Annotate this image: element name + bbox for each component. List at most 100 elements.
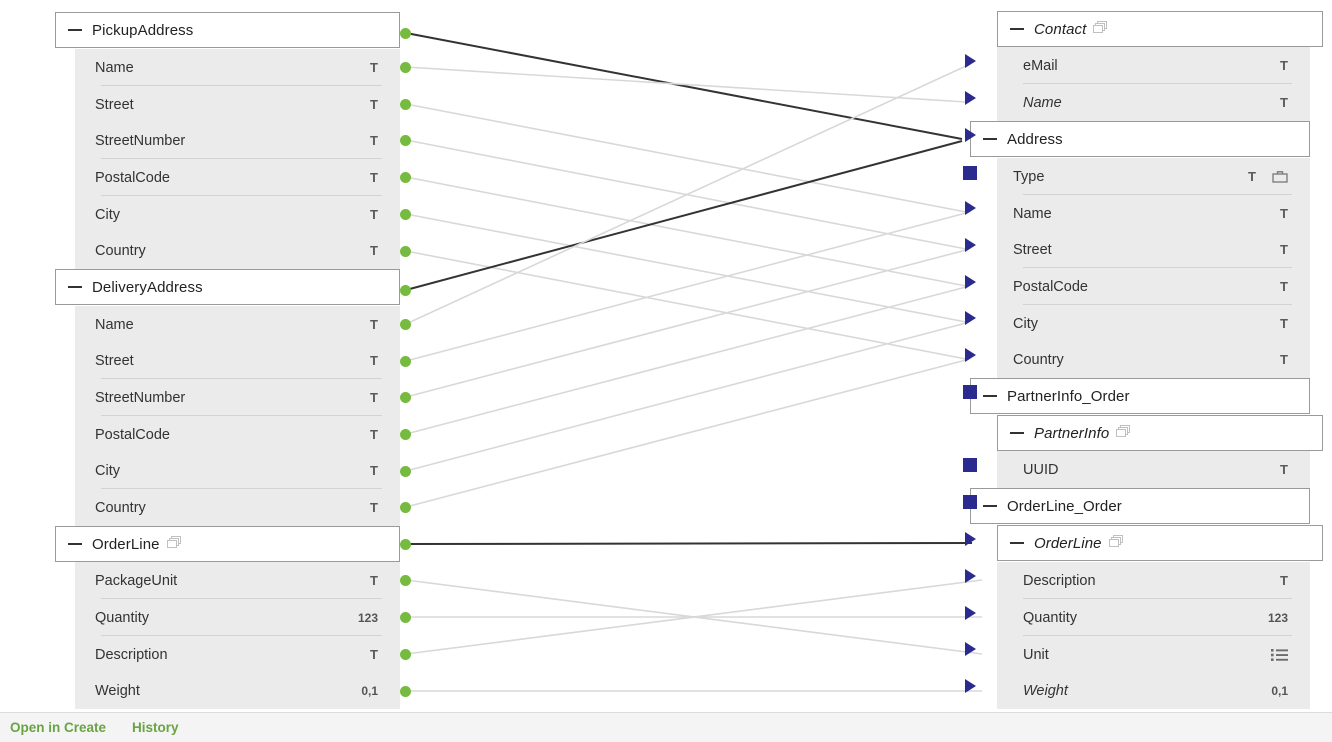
collapse-toggle-icon[interactable] (1010, 542, 1024, 544)
field-row[interactable]: City T (75, 452, 400, 489)
field-type-indicator: 123 (357, 610, 378, 625)
mapped-field-marker[interactable] (965, 91, 976, 105)
field-row[interactable]: Name T (997, 195, 1310, 232)
source-connection-dot[interactable] (400, 99, 411, 110)
source-connection-dot[interactable] (400, 392, 411, 403)
mapped-field-marker[interactable] (965, 275, 976, 289)
field-row[interactable]: Description T (997, 562, 1310, 599)
mapped-field-marker[interactable] (965, 201, 976, 215)
field-row[interactable]: PackageUnit T (75, 562, 400, 599)
unmapped-field-marker[interactable] (963, 166, 977, 180)
field-row[interactable]: StreetNumber T (75, 379, 400, 416)
source-connection-dot[interactable] (400, 135, 411, 146)
mapping-line[interactable] (405, 212, 967, 362)
field-row[interactable]: StreetNumber T (75, 122, 400, 159)
mapping-line[interactable] (405, 322, 967, 472)
field-row[interactable]: eMail T (997, 47, 1310, 84)
source-connection-dot[interactable] (400, 209, 411, 220)
mapping-line[interactable] (405, 66, 967, 103)
field-row[interactable]: Unit (997, 636, 1310, 673)
mapped-field-marker[interactable] (965, 569, 976, 583)
open-in-create-link[interactable]: Open in Create (10, 720, 106, 735)
mapping-line-selected[interactable] (405, 542, 973, 545)
field-row[interactable]: Street T (75, 86, 400, 123)
mapped-field-marker[interactable] (965, 311, 976, 325)
field-row[interactable]: Weight 0,1 (997, 672, 1310, 709)
source-connection-dot[interactable] (400, 62, 411, 73)
entity-header-orderline[interactable]: OrderLine (997, 525, 1323, 561)
mapped-field-marker[interactable] (965, 679, 976, 693)
collapse-toggle-icon[interactable] (983, 505, 997, 507)
collapse-toggle-icon[interactable] (983, 395, 997, 397)
mapped-field-marker[interactable] (965, 606, 976, 620)
collapse-toggle-icon[interactable] (983, 138, 997, 140)
mapped-field-marker[interactable] (965, 238, 976, 252)
field-row[interactable]: Quantity 123 (75, 599, 400, 636)
source-connection-dot[interactable] (400, 575, 411, 586)
field-row[interactable]: PostalCode T (75, 159, 400, 196)
field-row[interactable]: Name T (997, 84, 1310, 121)
source-connection-dot[interactable] (400, 429, 411, 440)
source-connection-dot[interactable] (400, 285, 411, 296)
field-name: Street (95, 96, 134, 113)
entity-header-deliveryaddress[interactable]: DeliveryAddress (55, 269, 400, 305)
mapping-line[interactable] (405, 286, 967, 435)
collapse-toggle-icon[interactable] (1010, 28, 1024, 30)
unmapped-field-marker[interactable] (963, 385, 977, 399)
source-connection-dot[interactable] (400, 686, 411, 697)
source-connection-dot[interactable] (400, 612, 411, 623)
field-row[interactable]: City T (75, 196, 400, 233)
collapse-toggle-icon[interactable] (1010, 432, 1024, 434)
collapse-toggle-icon[interactable] (68, 543, 82, 545)
source-connection-dot[interactable] (400, 319, 411, 330)
entity-header-orderline[interactable]: OrderLine (55, 526, 400, 562)
entity-header-contact[interactable]: Contact (997, 11, 1323, 47)
entity-header-pickupaddress[interactable]: PickupAddress (55, 12, 400, 48)
unmapped-field-marker[interactable] (963, 495, 977, 509)
field-row[interactable]: Name T (75, 306, 400, 343)
entity-header-partnerinfo-order[interactable]: PartnerInfo_Order (970, 378, 1310, 414)
field-name: Unit (1023, 646, 1049, 663)
mapping-line-selected[interactable] (405, 32, 963, 140)
entity-header-address[interactable]: Address (970, 121, 1310, 157)
entity-header-partnerinfo[interactable]: PartnerInfo (997, 415, 1323, 451)
source-connection-dot[interactable] (400, 246, 411, 257)
mapped-field-marker[interactable] (965, 348, 976, 362)
field-row[interactable]: Description T (75, 636, 400, 673)
field-row[interactable]: Name T (75, 49, 400, 86)
mapped-field-marker[interactable] (965, 54, 976, 68)
mapped-field-marker[interactable] (965, 128, 976, 142)
field-row[interactable]: Type T (997, 158, 1310, 195)
field-row[interactable]: Street T (75, 342, 400, 379)
mapped-field-marker[interactable] (965, 532, 976, 546)
field-row[interactable]: Weight 0,1 (75, 672, 400, 709)
source-connection-dot[interactable] (400, 28, 411, 39)
source-connection-dot[interactable] (400, 539, 411, 550)
field-row[interactable]: Quantity 123 (997, 599, 1310, 636)
field-name: PostalCode (1013, 278, 1088, 295)
field-name: Description (95, 646, 168, 663)
mapping-line[interactable] (405, 359, 967, 508)
field-row[interactable]: Country T (75, 489, 400, 526)
mapping-line[interactable] (405, 176, 967, 287)
field-row[interactable]: Country T (75, 232, 400, 269)
field-row[interactable]: PostalCode T (997, 268, 1310, 305)
unmapped-field-marker[interactable] (963, 458, 977, 472)
field-row[interactable]: PostalCode T (75, 416, 400, 453)
source-connection-dot[interactable] (400, 466, 411, 477)
mapped-field-marker[interactable] (965, 642, 976, 656)
entity-header-orderline-order[interactable]: OrderLine_Order (970, 488, 1310, 524)
source-connection-dot[interactable] (400, 502, 411, 513)
history-link[interactable]: History (132, 720, 179, 735)
source-connection-dot[interactable] (400, 172, 411, 183)
field-row[interactable]: UUID T (997, 451, 1310, 488)
source-connection-dot[interactable] (400, 356, 411, 367)
field-name: Description (1023, 572, 1096, 589)
source-connection-dot[interactable] (400, 649, 411, 660)
collapse-toggle-icon[interactable] (68, 29, 82, 31)
mapping-line[interactable] (405, 249, 967, 398)
field-row[interactable]: City T (997, 305, 1310, 342)
collapse-toggle-icon[interactable] (68, 286, 82, 288)
field-row[interactable]: Country T (997, 341, 1310, 378)
field-row[interactable]: Street T (997, 231, 1310, 268)
